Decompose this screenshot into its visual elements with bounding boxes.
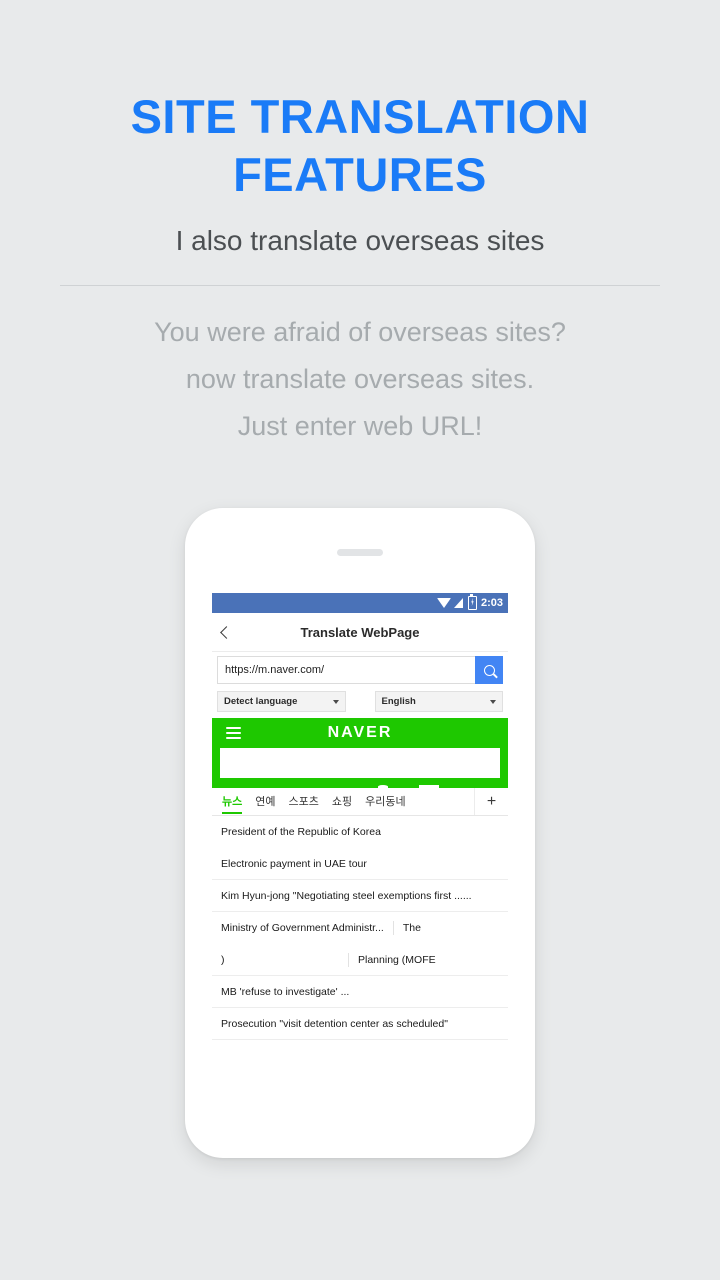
list-item-right: Planning (MOFE xyxy=(358,953,436,966)
list-item-left: ) xyxy=(221,953,225,966)
url-bar-row: https://m.naver.com/ xyxy=(212,652,508,686)
list-item[interactable]: President of the Republic of Korea xyxy=(212,816,508,848)
toolbar-title: Translate WebPage xyxy=(300,624,420,640)
wifi-icon xyxy=(436,598,451,608)
target-language-dropdown[interactable]: English xyxy=(374,691,503,712)
column-divider xyxy=(348,952,349,967)
status-time: 2:03 xyxy=(480,597,503,609)
url-search-button[interactable] xyxy=(475,656,503,684)
naver-search-input[interactable] xyxy=(220,748,500,778)
tab-shopping[interactable]: 쇼핑 xyxy=(332,793,352,811)
naver-header: NAVER xyxy=(212,718,508,748)
caret-down-icon xyxy=(490,699,496,704)
page-subtitle: I also translate overseas sites xyxy=(175,225,545,256)
list-item-right: The xyxy=(402,922,421,934)
app-toolbar: Translate WebPage xyxy=(212,613,508,652)
list-item[interactable]: Prosecution "visit detention center as s… xyxy=(212,1008,508,1040)
language-selector-row: Detect language English xyxy=(212,686,508,718)
phone-screen: 2:03 Translate WebPage https://m.naver.c… xyxy=(212,593,508,1093)
battery-charging-icon xyxy=(467,594,477,610)
add-tab-button[interactable]: + xyxy=(474,788,508,815)
tabstrip-decoration xyxy=(212,784,508,788)
back-chevron-icon xyxy=(219,625,233,639)
phone-speaker-grille xyxy=(337,549,383,556)
source-language-dropdown[interactable]: Detect language xyxy=(217,691,346,712)
source-language-label: Detect language xyxy=(224,696,298,707)
deco-mark-1 xyxy=(377,785,388,788)
target-language-label: English xyxy=(381,696,416,707)
url-input[interactable]: https://m.naver.com/ xyxy=(217,656,475,684)
tab-news[interactable]: 뉴스 xyxy=(222,793,243,814)
tab-entertainment[interactable]: 연예 xyxy=(255,793,275,811)
back-button[interactable] xyxy=(212,613,240,651)
deco-mark-2 xyxy=(419,785,440,788)
promo-description-line-1: You were afraid of overseas sites? xyxy=(154,317,566,347)
list-item[interactable]: Ministry of Government Administr... The xyxy=(212,912,508,944)
tab-neighborhood[interactable]: 우리동네 xyxy=(365,793,405,811)
list-item[interactable]: Kim Hyun-jong "Negotiating steel exempti… xyxy=(212,880,508,912)
status-icons xyxy=(436,594,477,610)
column-divider xyxy=(392,921,394,935)
naver-logo: NAVER xyxy=(327,724,393,741)
list-item-left: Ministry of Government Administr... xyxy=(221,922,384,934)
list-item[interactable]: MB 'refuse to investigate' ... xyxy=(212,976,508,1008)
page-title: SITE TRANSLATION FEATURES xyxy=(130,90,590,201)
naver-tabbar: 뉴스 연예 스포츠 쇼핑 우리동네 + xyxy=(212,788,508,816)
tab-scroll-container[interactable]: 뉴스 연예 스포츠 쇼핑 우리동네 xyxy=(212,788,474,815)
promo-description-line-2: now translate overseas sites. xyxy=(185,364,535,394)
naver-search-wrap xyxy=(212,748,508,784)
search-icon xyxy=(483,664,495,676)
promo-description-line-3: Just enter web URL! xyxy=(237,411,483,441)
list-item[interactable]: Electronic payment in UAE tour xyxy=(212,848,508,880)
android-status-bar: 2:03 xyxy=(212,593,508,613)
signal-icon xyxy=(453,598,463,608)
list-item[interactable]: ) Planning (MOFE xyxy=(212,944,508,976)
phone-mockup: 2:03 Translate WebPage https://m.naver.c… xyxy=(185,508,535,1158)
news-list: President of the Republic of Korea Elect… xyxy=(212,816,508,1040)
promo-description: You were afraid of overseas sites? now t… xyxy=(0,286,720,450)
hamburger-menu-icon[interactable] xyxy=(226,724,241,742)
tab-sports[interactable]: 스포츠 xyxy=(289,793,319,811)
promo-header: SITE TRANSLATION FEATURES I also transla… xyxy=(0,0,720,450)
caret-down-icon xyxy=(332,699,339,704)
